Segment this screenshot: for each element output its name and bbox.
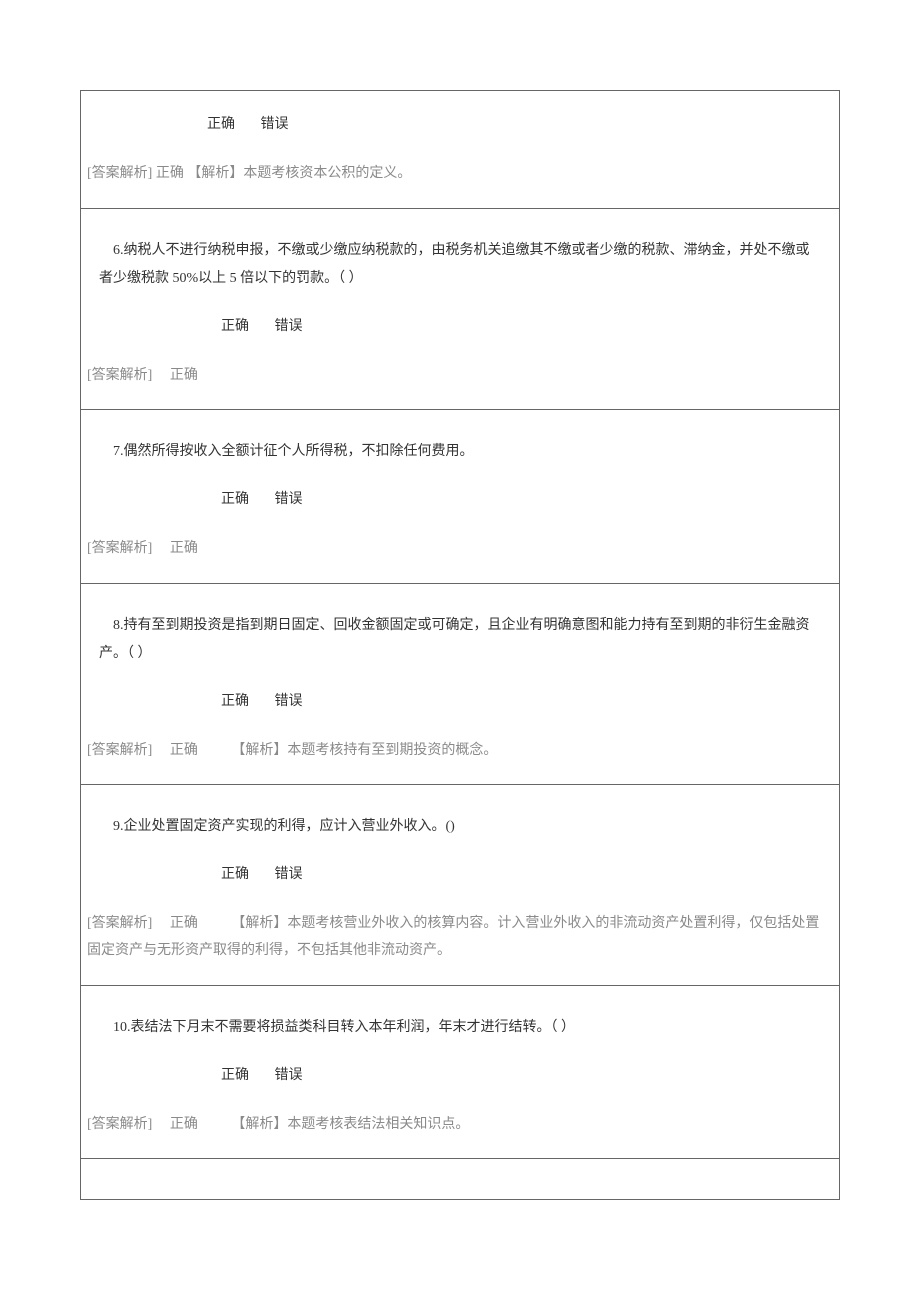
question-text: 6.纳税人不进行纳税申报，不缴或少缴应纳税款的，由税务机关追缴其不缴或者少缴的税…	[81, 209, 839, 293]
option-wrong: 错误	[275, 863, 303, 883]
question-block-9: 9.企业处置固定资产实现的利得，应计入营业外收入。() 正确 错误 [答案解析]…	[81, 785, 839, 985]
question-block-7: 7.偶然所得按收入全额计征个人所得税，不扣除任何费用。 正确 错误 [答案解析]…	[81, 410, 839, 584]
question-block-8: 8.持有至到期投资是指到期日固定、回收金额固定或可确定，且企业有明确意图和能力持…	[81, 584, 839, 786]
question-block-top: 正确 错误 [答案解析] 正确 【解析】本题考核资本公积的定义。	[81, 91, 839, 209]
answer-row: [答案解析] 正确	[81, 363, 839, 410]
question-text: 10.表结法下月末不需要将损益类科目转入本年利润，年末才进行结转。（ ）	[81, 986, 839, 1042]
option-wrong: 错误	[275, 690, 303, 710]
answer-explanation: 【解析】本题考核资本公积的定义。	[187, 166, 411, 181]
answer-explanation: 【解析】本题考核持有至到期投资的概念。	[231, 743, 497, 758]
answer-value: 正确	[170, 916, 198, 931]
option-wrong: 错误	[275, 1064, 303, 1084]
options-row: 正确 错误	[81, 1042, 839, 1112]
document-page: 正确 错误 [答案解析] 正确 【解析】本题考核资本公积的定义。 6.纳税人不进…	[80, 90, 840, 1200]
answer-row: [答案解析] 正确 【解析】本题考核资本公积的定义。	[81, 161, 839, 208]
option-wrong: 错误	[275, 488, 303, 508]
option-wrong: 错误	[275, 315, 303, 335]
answer-row: [答案解析] 正确	[81, 536, 839, 583]
answer-label: [答案解析]	[87, 166, 152, 181]
answer-value: 正确	[156, 166, 184, 181]
answer-label: [答案解析]	[87, 368, 152, 383]
option-wrong: 错误	[261, 113, 289, 133]
answer-label: [答案解析]	[87, 541, 152, 556]
option-correct: 正确	[221, 690, 249, 710]
options-row: 正确 错误	[81, 841, 839, 911]
option-correct: 正确	[221, 1064, 249, 1084]
answer-row: [答案解析] 正确 【解析】本题考核表结法相关知识点。	[81, 1112, 839, 1159]
option-correct: 正确	[221, 488, 249, 508]
question-block-10: 10.表结法下月末不需要将损益类科目转入本年利润，年末才进行结转。（ ） 正确 …	[81, 986, 839, 1160]
answer-value: 正确	[170, 743, 198, 758]
question-block-6: 6.纳税人不进行纳税申报，不缴或少缴应纳税款的，由税务机关追缴其不缴或者少缴的税…	[81, 209, 839, 411]
question-text: 7.偶然所得按收入全额计征个人所得税，不扣除任何费用。	[81, 410, 839, 466]
answer-label: [答案解析]	[87, 1117, 152, 1132]
answer-label: [答案解析]	[87, 743, 152, 758]
answer-row: [答案解析] 正确 【解析】本题考核持有至到期投资的概念。	[81, 738, 839, 785]
answer-value: 正确	[170, 368, 198, 383]
option-correct: 正确	[221, 863, 249, 883]
blank-space	[81, 1159, 839, 1199]
answer-value: 正确	[170, 1117, 198, 1132]
bottom-padding-block	[81, 1159, 839, 1199]
question-text: 9.企业处置固定资产实现的利得，应计入营业外收入。()	[81, 785, 839, 841]
option-correct: 正确	[207, 113, 235, 133]
options-row: 正确 错误	[81, 466, 839, 536]
answer-explanation: 【解析】本题考核表结法相关知识点。	[231, 1117, 469, 1132]
options-row: 正确 错误	[81, 91, 839, 161]
answer-row: [答案解析] 正确 【解析】本题考核营业外收入的核算内容。计入营业外收入的非流动…	[81, 911, 839, 984]
option-correct: 正确	[221, 315, 249, 335]
answer-label: [答案解析]	[87, 916, 152, 931]
options-row: 正确 错误	[81, 293, 839, 363]
answer-value: 正确	[170, 541, 198, 556]
question-text: 8.持有至到期投资是指到期日固定、回收金额固定或可确定，且企业有明确意图和能力持…	[81, 584, 839, 668]
options-row: 正确 错误	[81, 668, 839, 738]
